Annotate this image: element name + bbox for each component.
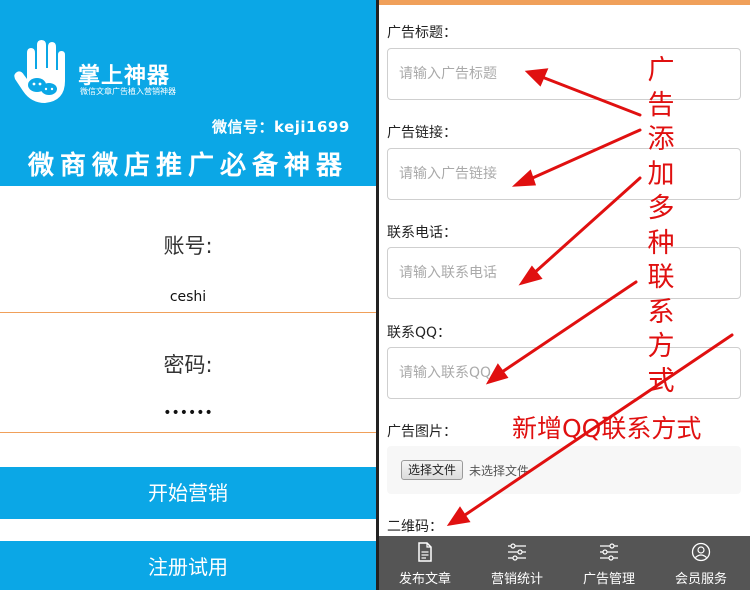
- hand-chat-logo-icon: [14, 40, 66, 103]
- phone-input[interactable]: 请输入联系电话: [387, 247, 741, 299]
- annotation-char: 多: [647, 193, 675, 224]
- password-label: 密码:: [163, 353, 213, 377]
- login-screen: 掌上神器 微信文章广告植入营销神器 微信号：keji1699 微商微店推广必备神…: [0, 0, 376, 590]
- annotation-char: 方: [647, 331, 675, 362]
- nav-publish-article[interactable]: 发布文章: [379, 536, 471, 590]
- nav-ad-management[interactable]: 广告管理: [563, 536, 655, 590]
- nav-member-service[interactable]: 会员服务: [655, 536, 747, 590]
- ad-image-label: 广告图片：: [387, 424, 457, 440]
- wechat-id: 微信号：keji1699: [212, 118, 350, 136]
- ad-title-label: 广告标题：: [387, 25, 457, 41]
- choose-file-button[interactable]: 选择文件: [401, 460, 464, 480]
- annotation-char: 系: [647, 296, 675, 328]
- brand-tagline: 微信文章广告植入营销神器: [80, 87, 176, 96]
- login-header: 掌上神器 微信文章广告植入营销神器 微信号：keji1699 微商微店推广必备神…: [0, 0, 376, 186]
- file-status: 未选择文件: [469, 464, 530, 478]
- register-trial-button[interactable]: 注册试用: [0, 541, 376, 590]
- qq-label: 联系QQ：: [387, 325, 452, 341]
- nav-label: 广告管理: [582, 572, 635, 587]
- account-input[interactable]: ceshi: [0, 289, 376, 305]
- annotation-char: 式: [647, 365, 675, 397]
- user-icon: [691, 542, 711, 562]
- annotation-vertical-note: 广 告 添 加 多 种 联 系 方 式: [646, 54, 676, 399]
- ad-link-input[interactable]: 请输入广告链接: [387, 148, 741, 200]
- ad-form-screen: 广告标题： 请输入广告标题 广告链接： 请输入广告链接 联系电话： 请输入联系电…: [379, 0, 750, 590]
- phone-label: 联系电话：: [387, 225, 457, 241]
- qq-input[interactable]: 请输入联系QQ: [387, 347, 741, 399]
- annotation-char: 加: [647, 158, 675, 190]
- divider: [0, 312, 376, 313]
- divider: [0, 432, 376, 433]
- nav-label: 会员服务: [674, 572, 727, 587]
- nav-label: 营销统计: [490, 572, 543, 587]
- nav-label: 发布文章: [398, 572, 451, 587]
- slogan: 微商微店推广必备神器: [27, 151, 348, 181]
- qrcode-label: 二维码：: [387, 519, 443, 535]
- sliders-icon: [600, 543, 618, 561]
- annotation-char: 告: [647, 89, 675, 121]
- file-upload-box: 选择文件 未选择文件: [387, 446, 741, 494]
- ad-title-input[interactable]: 请输入广告标题: [387, 48, 741, 100]
- annotation-char: 添: [647, 124, 675, 155]
- ad-link-label: 广告链接：: [387, 125, 457, 141]
- start-marketing-button[interactable]: 开始营销: [0, 467, 376, 519]
- document-icon: [418, 542, 432, 562]
- account-label: 账号:: [163, 234, 213, 258]
- sliders-icon: [508, 543, 526, 561]
- annotation-char: 种: [647, 227, 675, 259]
- annotation-char: 联: [647, 262, 675, 293]
- nav-marketing-stats[interactable]: 营销统计: [471, 536, 563, 590]
- password-input[interactable]: ••••••: [0, 405, 376, 421]
- annotation-char: 广: [647, 55, 675, 86]
- top-accent-bar: [379, 0, 750, 5]
- annotation-qq-note: 新增QQ联系方式: [512, 414, 702, 443]
- bottom-nav: 发布文章 营销统计 广告管理 会员服务: [379, 536, 750, 590]
